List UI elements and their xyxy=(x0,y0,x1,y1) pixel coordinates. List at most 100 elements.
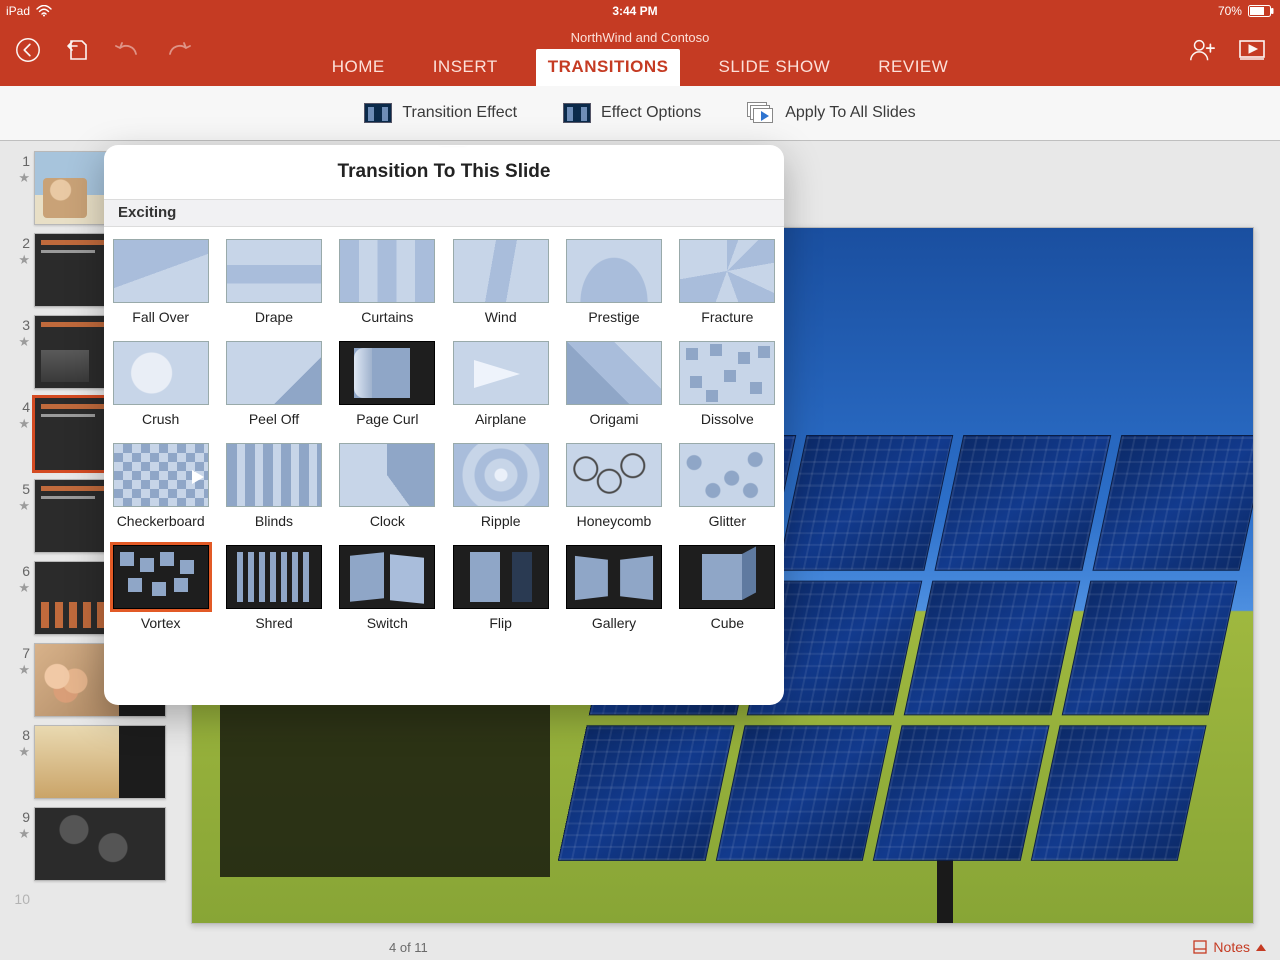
transition-option-gallery[interactable]: Gallery xyxy=(557,537,670,639)
transition-option-wind[interactable]: Wind xyxy=(444,231,557,333)
transition-star-icon: ★ xyxy=(18,827,30,840)
thumb-number: 3 xyxy=(8,315,30,333)
transition-option-switch[interactable]: Switch xyxy=(331,537,444,639)
slide-counter: 4 of 11 xyxy=(389,940,428,955)
transition-label: Fall Over xyxy=(132,309,189,325)
effect-options-label: Effect Options xyxy=(601,104,701,122)
transition-label: Page Curl xyxy=(356,411,418,427)
slide-thumb-8[interactable] xyxy=(34,725,166,799)
transition-label: Fracture xyxy=(701,309,753,325)
thumb-number: 5 xyxy=(8,479,30,497)
thumb-number: 2 xyxy=(8,233,30,251)
transition-thumb xyxy=(453,443,549,507)
transition-option-crush[interactable]: Crush xyxy=(104,333,217,435)
transition-thumb xyxy=(453,239,549,303)
transition-option-fracture[interactable]: Fracture xyxy=(671,231,784,333)
transition-thumb xyxy=(339,545,435,609)
thumb-number: 4 xyxy=(8,397,30,415)
transition-thumb xyxy=(566,341,662,405)
transition-thumb xyxy=(226,545,322,609)
transition-option-checkerboard[interactable]: Checkerboard xyxy=(104,435,217,537)
tab-home[interactable]: HOME xyxy=(322,51,395,86)
notes-toggle[interactable]: Notes xyxy=(1193,939,1266,955)
transition-option-fall-over[interactable]: Fall Over xyxy=(104,231,217,333)
transition-option-dissolve[interactable]: Dissolve xyxy=(671,333,784,435)
thumb-number: 1 xyxy=(8,151,30,169)
effect-options-button[interactable]: Effect Options xyxy=(563,103,701,123)
transition-option-peel-off[interactable]: Peel Off xyxy=(217,333,330,435)
transition-label: Clock xyxy=(370,513,405,529)
thumb-row-10[interactable]: 10 xyxy=(0,885,185,911)
transition-star-icon: ★ xyxy=(18,499,30,512)
transition-label: Checkerboard xyxy=(117,513,205,529)
transition-effect-icon xyxy=(364,103,392,123)
ios-status-bar: iPad 3:44 PM 70% xyxy=(0,0,1280,22)
apply-to-all-button[interactable]: Apply To All Slides xyxy=(747,102,915,124)
transition-option-clock[interactable]: Clock xyxy=(331,435,444,537)
transition-label: Peel Off xyxy=(249,411,299,427)
popover-section-label: Exciting xyxy=(104,199,784,227)
transition-option-origami[interactable]: Origami xyxy=(557,333,670,435)
transition-option-cube[interactable]: Cube xyxy=(671,537,784,639)
transition-star-icon: ★ xyxy=(18,171,30,184)
transition-thumb xyxy=(566,545,662,609)
popover-title: Transition To This Slide xyxy=(104,145,784,199)
transition-label: Glitter xyxy=(709,513,746,529)
transition-label: Curtains xyxy=(361,309,413,325)
transition-option-curtains[interactable]: Curtains xyxy=(331,231,444,333)
transition-label: Flip xyxy=(489,615,512,631)
transition-label: Airplane xyxy=(475,411,526,427)
transition-option-honeycomb[interactable]: Honeycomb xyxy=(557,435,670,537)
transition-option-glitter[interactable]: Glitter xyxy=(671,435,784,537)
transition-thumb xyxy=(679,545,775,609)
tab-slideshow[interactable]: SLIDE SHOW xyxy=(708,51,840,86)
transition-label: Ripple xyxy=(481,513,521,529)
document-title: NorthWind and Contoso xyxy=(0,30,1280,45)
tab-insert[interactable]: INSERT xyxy=(423,51,508,86)
transition-star-icon: ★ xyxy=(18,581,30,594)
transition-label: Vortex xyxy=(141,615,181,631)
transition-option-page-curl[interactable]: Page Curl xyxy=(331,333,444,435)
thumb-row-8[interactable]: 8★ xyxy=(0,721,185,803)
transition-option-blinds[interactable]: Blinds xyxy=(217,435,330,537)
transition-option-prestige[interactable]: Prestige xyxy=(557,231,670,333)
transition-label: Gallery xyxy=(592,615,636,631)
transition-label: Honeycomb xyxy=(577,513,652,529)
slide-thumb-9[interactable] xyxy=(34,807,166,881)
transition-label: Origami xyxy=(589,411,638,427)
transition-thumb xyxy=(113,545,209,609)
transition-thumb xyxy=(226,239,322,303)
transition-option-airplane[interactable]: Airplane xyxy=(444,333,557,435)
transition-thumb xyxy=(339,443,435,507)
transition-thumb xyxy=(566,239,662,303)
app-titlebar: NorthWind and Contoso HOME INSERT TRANSI… xyxy=(0,22,1280,86)
clock-label: 3:44 PM xyxy=(612,4,657,18)
transition-popover[interactable]: Transition To This Slide Exciting Fall O… xyxy=(104,145,784,705)
transition-label: Switch xyxy=(367,615,408,631)
transition-thumb xyxy=(453,545,549,609)
tab-transitions[interactable]: TRANSITIONS xyxy=(536,49,681,86)
tab-review[interactable]: REVIEW xyxy=(868,51,958,86)
effect-options-icon xyxy=(563,103,591,123)
device-label: iPad xyxy=(6,4,30,18)
transition-thumb xyxy=(453,341,549,405)
battery-icon xyxy=(1248,5,1274,17)
transition-label: Drape xyxy=(255,309,293,325)
transition-thumb xyxy=(339,341,435,405)
transition-option-shred[interactable]: Shred xyxy=(217,537,330,639)
transition-label: Crush xyxy=(142,411,179,427)
ribbon-tabbar: HOME INSERT TRANSITIONS SLIDE SHOW REVIE… xyxy=(0,52,1280,86)
transition-option-ripple[interactable]: Ripple xyxy=(444,435,557,537)
transition-thumb xyxy=(113,443,209,507)
transition-thumb xyxy=(679,239,775,303)
transition-star-icon: ★ xyxy=(18,745,30,758)
wifi-icon xyxy=(36,5,52,17)
transition-option-vortex[interactable]: Vortex xyxy=(104,537,217,639)
transition-star-icon: ★ xyxy=(18,335,30,348)
transition-grid: Fall Over Drape Curtains WindPrestige Fractu… xyxy=(104,227,784,649)
thumb-row-9[interactable]: 9★ xyxy=(0,803,185,885)
transition-effect-button[interactable]: Transition Effect xyxy=(364,103,517,123)
transition-star-icon: ★ xyxy=(18,253,30,266)
transition-option-flip[interactable]: Flip xyxy=(444,537,557,639)
transition-option-drape[interactable]: Drape xyxy=(217,231,330,333)
